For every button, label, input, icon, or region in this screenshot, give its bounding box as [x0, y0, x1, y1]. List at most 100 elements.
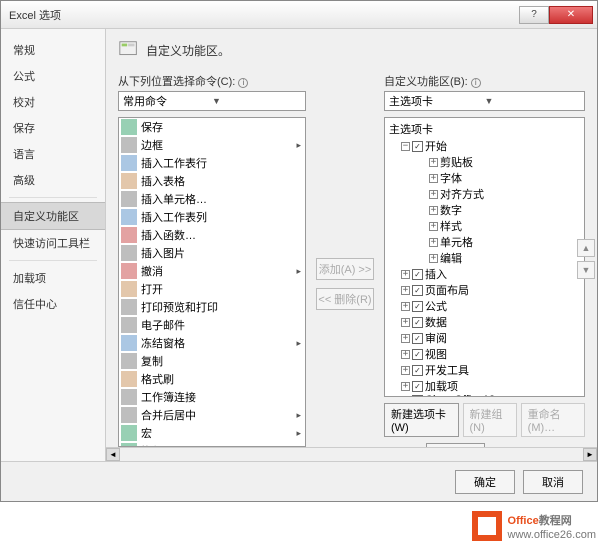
expand-icon[interactable]: +: [401, 366, 410, 375]
expand-icon[interactable]: +: [429, 174, 438, 183]
sidebar-item-addins[interactable]: 加载项: [1, 265, 105, 291]
expand-icon[interactable]: +: [429, 254, 438, 263]
scroll-right-button[interactable]: ►: [583, 448, 597, 461]
checkbox[interactable]: ✓: [412, 269, 423, 280]
commands-listbox[interactable]: 保存边框▸插入工作表行插入表格插入单元格…插入工作表列插入函数…插入图片撤消▸打…: [118, 117, 306, 447]
tree-child-node[interactable]: + 样式: [387, 218, 582, 234]
command-label: 工作簿连接: [141, 389, 303, 405]
sidebar-item-formulas[interactable]: 公式: [1, 63, 105, 89]
tree-node[interactable]: + ChemOffice13: [387, 394, 582, 397]
ok-button[interactable]: 确定: [455, 470, 515, 494]
add-button[interactable]: 添加(A) >>: [316, 258, 374, 280]
checkbox[interactable]: ✓: [412, 333, 423, 344]
expand-icon[interactable]: +: [429, 222, 438, 231]
scroll-track[interactable]: [120, 448, 583, 461]
tree-node[interactable]: +✓ 视图: [387, 346, 582, 362]
tree-child-label: 剪贴板: [440, 154, 473, 170]
command-item[interactable]: 插入表格: [119, 172, 305, 190]
rename-button[interactable]: 重命名(M)…: [521, 403, 585, 437]
collapse-icon[interactable]: −: [401, 142, 410, 151]
new-group-button[interactable]: 新建组(N): [463, 403, 517, 437]
expand-icon[interactable]: +: [401, 302, 410, 311]
command-item[interactable]: 插入函数…: [119, 226, 305, 244]
command-item[interactable]: 复制: [119, 352, 305, 370]
command-item[interactable]: 插入图片: [119, 244, 305, 262]
checkbox[interactable]: ✓: [412, 349, 423, 360]
tree-node[interactable]: +✓ 加载项: [387, 378, 582, 394]
sidebar-item-proofing[interactable]: 校对: [1, 89, 105, 115]
tree-node[interactable]: +✓ 数据: [387, 314, 582, 330]
ribbon-combo[interactable]: 主选项卡 ▼: [384, 91, 585, 111]
command-item[interactable]: 电子邮件: [119, 316, 305, 334]
sidebar-item-save[interactable]: 保存: [1, 115, 105, 141]
info-icon[interactable]: i: [238, 78, 248, 88]
expand-icon[interactable]: +: [401, 382, 410, 391]
command-item[interactable]: 宏▸: [119, 424, 305, 442]
checkbox[interactable]: ✓: [412, 301, 423, 312]
help-button[interactable]: ?: [519, 6, 549, 24]
expand-icon[interactable]: +: [429, 158, 438, 167]
tree-child-label: 字体: [440, 170, 462, 186]
expand-icon[interactable]: +: [401, 350, 410, 359]
expand-icon[interactable]: +: [401, 270, 410, 279]
sidebar-item-general[interactable]: 常规: [1, 37, 105, 63]
expand-icon[interactable]: +: [401, 396, 410, 398]
tree-node[interactable]: −✓ 开始: [387, 138, 582, 154]
tree-child-node[interactable]: + 字体: [387, 170, 582, 186]
command-item[interactable]: 打印预览和打印: [119, 298, 305, 316]
tree-child-node[interactable]: + 编辑: [387, 250, 582, 266]
expand-icon[interactable]: +: [429, 206, 438, 215]
command-item[interactable]: 插入工作表列: [119, 208, 305, 226]
sidebar-item-advanced[interactable]: 高级: [1, 167, 105, 193]
tree-child-node[interactable]: + 数字: [387, 202, 582, 218]
panel-title: 自定义功能区。: [146, 42, 230, 59]
expand-icon[interactable]: +: [401, 334, 410, 343]
sidebar-item-language[interactable]: 语言: [1, 141, 105, 167]
command-item[interactable]: 撤消▸: [119, 262, 305, 280]
command-item[interactable]: 格式刷: [119, 370, 305, 388]
expand-icon[interactable]: +: [429, 190, 438, 199]
checkbox[interactable]: [412, 395, 423, 398]
tree-node[interactable]: +✓ 公式: [387, 298, 582, 314]
ribbon-tree[interactable]: 主选项卡−✓ 开始+ 剪贴板+ 字体+ 对齐方式+ 数字+ 样式+ 单元格+ 编…: [384, 117, 585, 397]
checkbox[interactable]: ✓: [412, 365, 423, 376]
close-button[interactable]: ✕: [549, 6, 593, 24]
checkbox[interactable]: ✓: [412, 317, 423, 328]
tree-child-node[interactable]: + 剪贴板: [387, 154, 582, 170]
expand-icon[interactable]: +: [429, 238, 438, 247]
command-item[interactable]: 边框▸: [119, 136, 305, 154]
command-item[interactable]: 工作簿连接: [119, 388, 305, 406]
expand-icon[interactable]: +: [401, 318, 410, 327]
tree-node[interactable]: +✓ 开发工具: [387, 362, 582, 378]
command-item[interactable]: 保存: [119, 118, 305, 136]
command-icon: [121, 371, 137, 387]
command-item[interactable]: 打开: [119, 280, 305, 298]
move-down-button[interactable]: ▼: [577, 261, 595, 279]
info-icon[interactable]: i: [471, 78, 481, 88]
tree-node[interactable]: +✓ 插入: [387, 266, 582, 282]
cancel-button[interactable]: 取消: [523, 470, 583, 494]
scroll-left-button[interactable]: ◄: [106, 448, 120, 461]
tree-child-node[interactable]: + 对齐方式: [387, 186, 582, 202]
horizontal-scrollbar[interactable]: ◄ ►: [106, 447, 597, 461]
commands-combo[interactable]: 常用命令 ▼: [118, 91, 306, 111]
tree-node[interactable]: +✓ 审阅: [387, 330, 582, 346]
sidebar-item-quick-access[interactable]: 快速访问工具栏: [1, 230, 105, 256]
expand-icon[interactable]: +: [401, 286, 410, 295]
remove-button[interactable]: << 删除(R): [316, 288, 374, 310]
checkbox[interactable]: ✓: [412, 381, 423, 392]
sidebar-item-customize-ribbon[interactable]: 自定义功能区: [1, 202, 105, 230]
command-item[interactable]: 冻结窗格▸: [119, 334, 305, 352]
tree-child-node[interactable]: + 单元格: [387, 234, 582, 250]
command-item[interactable]: 合并后居中▸: [119, 406, 305, 424]
command-item[interactable]: 插入单元格…: [119, 190, 305, 208]
command-icon: [121, 209, 137, 225]
checkbox[interactable]: ✓: [412, 285, 423, 296]
tree-node[interactable]: +✓ 页面布局: [387, 282, 582, 298]
sidebar-item-trust-center[interactable]: 信任中心: [1, 291, 105, 317]
new-tab-button[interactable]: 新建选项卡(W): [384, 403, 459, 437]
checkbox[interactable]: ✓: [412, 141, 423, 152]
tree-child-label: 数字: [440, 202, 462, 218]
command-item[interactable]: 插入工作表行: [119, 154, 305, 172]
move-up-button[interactable]: ▲: [577, 239, 595, 257]
